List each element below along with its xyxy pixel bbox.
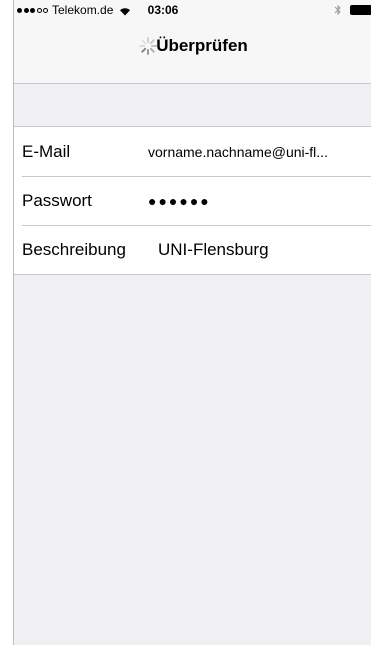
description-row[interactable]: Beschreibung UNI-Flensburg [14,225,371,274]
battery-icon [350,5,371,15]
activity-spinner-icon [139,37,158,55]
password-field[interactable]: ●●●●●● [148,193,368,209]
password-row[interactable]: Passwort ●●●●●● [14,176,371,225]
description-label: Beschreibung [22,239,126,259]
navigation-bar: Überprüfen [14,20,371,84]
status-bar: Telekom.de 03:06 [14,0,371,20]
status-right [334,0,371,20]
page-title: Überprüfen [156,36,248,55]
password-label: Passwort [22,190,92,210]
screen: Telekom.de 03:06 Überprüfen E-Mail vorna… [13,0,371,645]
description-field[interactable]: UNI-Flensburg [158,240,368,260]
email-field[interactable]: vorname.nachname@uni-fl... [148,144,368,160]
status-time: 03:06 [147,3,179,17]
email-row[interactable]: E-Mail vorname.nachname@uni-fl... [14,127,371,176]
account-form: E-Mail vorname.nachname@uni-fl... Passwo… [14,126,371,275]
email-label: E-Mail [22,141,71,161]
bluetooth-icon [334,4,341,16]
